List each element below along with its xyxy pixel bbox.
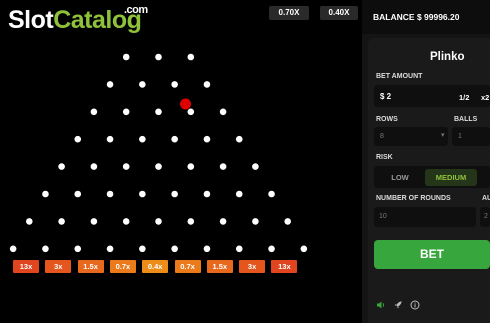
bet-amount-field[interactable] [374, 85, 490, 107]
peg [26, 218, 33, 225]
peg [106, 190, 114, 198]
balls-value: 1 [458, 133, 462, 140]
balls-label: BALLS [454, 116, 478, 123]
peg [155, 163, 162, 170]
peg [203, 135, 211, 143]
peg [9, 245, 17, 253]
peg [203, 245, 211, 253]
plinko-ball [180, 98, 191, 110]
peg [106, 81, 114, 88]
plinko-board [9, 53, 308, 253]
peg [187, 163, 195, 170]
rounds-label: NUMBER OF ROUNDS [376, 195, 451, 202]
risk-medium-button[interactable]: MEDIUM [425, 169, 477, 186]
peg [139, 81, 146, 88]
peg [171, 190, 178, 198]
peg [155, 53, 162, 61]
rounds-value: 10 [379, 213, 387, 220]
peg [42, 245, 49, 253]
multiplier-slot: 0.7x [174, 260, 201, 273]
balance-bar: BALANCE $ 99996.20 [362, 0, 490, 34]
peg [203, 190, 211, 198]
peg [122, 53, 130, 61]
double-bet-button[interactable]: x2 [481, 93, 489, 102]
rows-dropdown-icon: ▾ [441, 132, 445, 139]
risk-label: RISK [376, 154, 393, 161]
rows-value: 8 [380, 133, 384, 140]
peg [90, 108, 98, 116]
peg [122, 218, 130, 225]
peg [284, 218, 292, 225]
peg [139, 245, 146, 253]
peg [187, 108, 195, 116]
peg [139, 135, 146, 143]
peg [155, 218, 162, 225]
rows-select[interactable] [374, 127, 448, 146]
peg [300, 245, 308, 253]
peg [219, 163, 227, 170]
peg [268, 190, 275, 198]
peg [235, 190, 243, 198]
peg [74, 245, 82, 253]
peg [171, 81, 178, 88]
peg [252, 218, 259, 225]
multiplier-slot: 13x [13, 260, 39, 273]
logo-slot-text: Slot [8, 6, 54, 34]
peg [203, 81, 211, 88]
history-result-2: 0.40X [320, 6, 358, 20]
peg [235, 245, 243, 253]
peg [90, 218, 98, 225]
peg [187, 218, 195, 225]
history-result-1: 0.70X [269, 6, 309, 20]
peg [74, 190, 82, 198]
peg [171, 135, 178, 143]
peg [58, 218, 65, 225]
peg [106, 135, 114, 143]
speaker-icon[interactable] [376, 300, 386, 310]
peg [235, 135, 243, 143]
game-area: SlotCatalog .com 0.70X 0.40X 13x 3x 1.5x 0.… [0, 0, 362, 323]
multiplier-slot: 1.5x [77, 260, 104, 273]
game-title: Plinko [430, 51, 465, 63]
slotcatalog-logo: SlotCatalog .com [8, 4, 148, 35]
peg [90, 163, 98, 170]
auto-label: AU [482, 195, 490, 202]
bet-button[interactable]: BET [374, 240, 490, 269]
peg [106, 245, 114, 253]
multiplier-slot: 13x [271, 260, 298, 273]
multiplier-slot: 0.4x [142, 260, 169, 273]
info-icon[interactable] [410, 300, 420, 310]
peg [187, 53, 195, 61]
balance-label: BALANCE [373, 12, 415, 22]
rounds-field[interactable] [374, 207, 476, 227]
multiplier-slot: 3x [45, 260, 72, 273]
bet-amount-label: BET AMOUNT [376, 73, 423, 80]
peg [171, 245, 178, 253]
peg [74, 135, 82, 143]
rows-label: ROWS [376, 116, 398, 123]
multiplier-slot: 0.7x [109, 260, 136, 273]
logo-com-text: .com [124, 4, 148, 16]
peg [122, 163, 130, 170]
peg [268, 245, 275, 253]
auto-value: 2 [484, 213, 488, 220]
peg [122, 108, 130, 116]
balance-value: $ 99996.20 [416, 12, 460, 22]
peg [155, 108, 162, 116]
peg [139, 190, 146, 198]
peg [219, 218, 227, 225]
peg [42, 190, 49, 198]
risk-low-button[interactable]: LOW [378, 170, 422, 186]
peg [252, 163, 259, 170]
half-bet-button[interactable]: 1/2 [459, 93, 469, 102]
multiplier-slot: 3x [239, 260, 266, 273]
rocket-icon[interactable] [393, 300, 403, 310]
bet-amount-value: $ 2 [380, 92, 392, 101]
peg [219, 108, 227, 116]
peg [58, 163, 65, 170]
multiplier-slot: 1.5x [206, 260, 233, 273]
